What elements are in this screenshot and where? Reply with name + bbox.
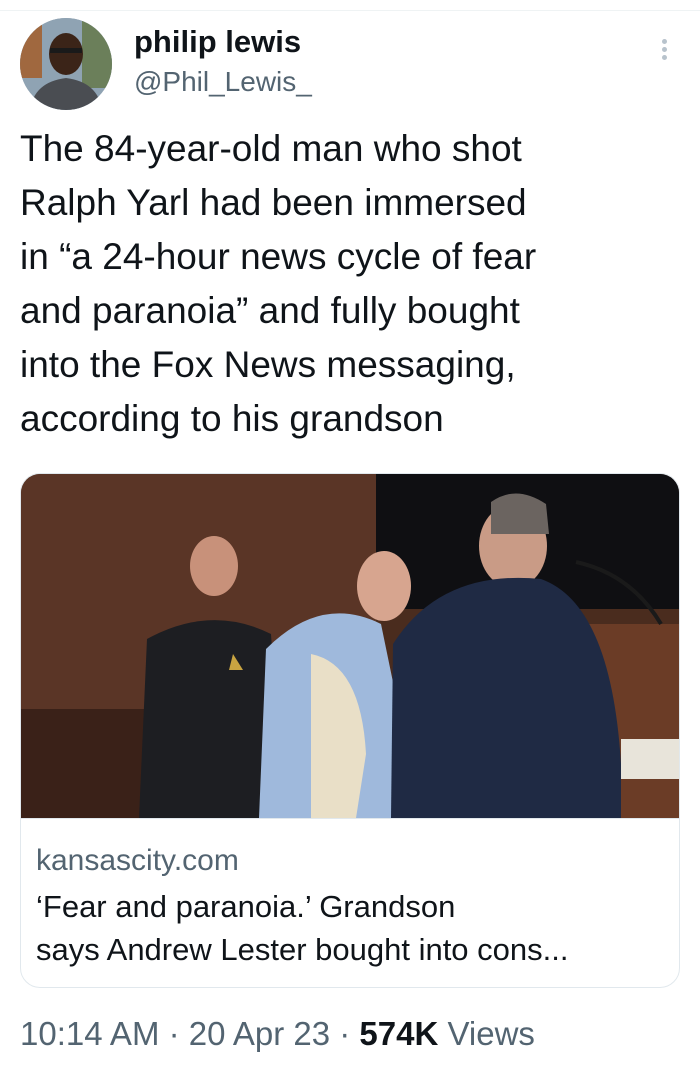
handle[interactable]: @Phil_Lewis_ xyxy=(134,64,312,100)
card-image xyxy=(21,474,679,818)
card-domain: kansascity.com xyxy=(36,844,239,877)
tweet-header: philip lewis @Phil_Lewis_ xyxy=(20,18,680,110)
display-name[interactable]: philip lewis xyxy=(134,22,312,62)
courtroom-photo xyxy=(21,474,679,818)
top-divider xyxy=(0,10,700,11)
link-card[interactable]: kansascity.com ‘Fear and paranoia.’ Gran… xyxy=(20,473,680,988)
card-body: kansascity.com ‘Fear and paranoia.’ Gran… xyxy=(21,818,679,987)
avatar[interactable] xyxy=(20,18,112,110)
timestamp-time[interactable]: 10:14 AM xyxy=(20,1015,159,1052)
tweet-meta: 10:14 AM · 20 Apr 23 · 574K Views xyxy=(20,1013,535,1055)
views-count[interactable]: 574K xyxy=(359,1015,438,1052)
more-options-icon[interactable] xyxy=(652,36,676,70)
author-info: philip lewis @Phil_Lewis_ xyxy=(134,22,312,100)
avatar-image xyxy=(20,18,112,110)
card-title[interactable]: ‘Fear and paranoia.’ Grandson says Andre… xyxy=(36,885,666,971)
meta-separator: · xyxy=(339,1015,351,1052)
more-dot xyxy=(661,55,667,60)
views-label: Views xyxy=(447,1015,535,1052)
more-dot xyxy=(661,47,667,52)
tweet-text: The 84-year-old man who shot Ralph Yarl … xyxy=(20,128,537,439)
meta-separator: · xyxy=(168,1015,180,1052)
more-dot xyxy=(661,39,667,44)
timestamp-date[interactable]: 20 Apr 23 xyxy=(189,1015,330,1052)
